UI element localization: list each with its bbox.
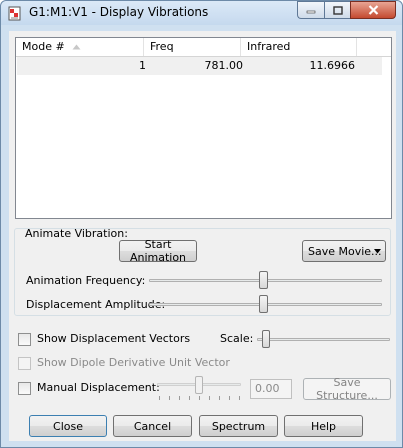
title-bar[interactable]: G1:M1:V1 - Display Vibrations	[1, 1, 402, 25]
manual-displacement-label: Manual Displacement:	[37, 381, 160, 394]
display-vibrations-window: G1:M1:V1 - Display Vibrations Mode # Fre…	[0, 0, 403, 448]
help-button[interactable]: Help	[284, 415, 363, 437]
table-row[interactable]: 1 781.00 11.6966	[17, 57, 382, 75]
cell-infrared: 11.6966	[309, 59, 356, 72]
cell-mode: 1	[139, 59, 146, 72]
column-header-freq-label: Freq	[150, 40, 174, 53]
manual-displacement-slider[interactable]	[195, 376, 203, 394]
scale-slider[interactable]	[262, 330, 270, 348]
animation-frequency-label: Animation Frequency:	[26, 274, 146, 287]
close-window-button[interactable]	[350, 1, 396, 19]
minimize-icon	[306, 10, 316, 14]
minimize-button[interactable]	[297, 1, 324, 19]
column-header-mode-label: Mode #	[22, 40, 65, 53]
scale-track[interactable]	[257, 338, 390, 341]
list-header: Mode # Freq Infrared	[16, 38, 391, 57]
scale-label: Scale:	[220, 332, 254, 345]
show-dipole-checkbox[interactable]	[18, 357, 31, 370]
close-button[interactable]: Close	[29, 415, 107, 437]
show-dipole-label: Show Dipole Derivative Unit Vector	[37, 356, 230, 369]
animation-frequency-slider[interactable]	[259, 271, 268, 289]
start-animation-button[interactable]: Start Animation	[119, 238, 197, 264]
list-scrollbar-area	[382, 57, 391, 218]
maximize-button[interactable]	[324, 1, 350, 19]
save-structure-button[interactable]: Save Structure...	[303, 376, 391, 402]
show-displacement-vectors-label: Show Displacement Vectors	[37, 332, 191, 345]
column-header-freq[interactable]: Freq	[144, 38, 241, 56]
displacement-amplitude-slider[interactable]	[259, 295, 268, 313]
animate-vibration-label: Animate Vibration:	[25, 227, 128, 240]
gaussview-doc-icon	[8, 6, 21, 21]
displacement-amplitude-label: Displacement Amplitude:	[26, 298, 166, 311]
save-movie-label: Save Movie...	[308, 244, 382, 258]
displacement-value-field[interactable]: 0.00	[250, 379, 292, 399]
dialog-client-area: Mode # Freq Infrared 1 781.00 11.6966 An…	[9, 31, 396, 441]
manual-displacement-checkbox[interactable]	[18, 382, 31, 395]
sort-ascending-icon	[72, 44, 81, 50]
dropdown-arrow-icon	[374, 249, 381, 254]
column-header-infrared[interactable]: Infrared	[241, 38, 357, 56]
cell-freq: 781.00	[204, 59, 244, 72]
vibration-mode-list[interactable]: Mode # Freq Infrared 1 781.00 11.6966	[15, 37, 392, 219]
save-movie-button[interactable]: Save Movie...	[302, 240, 386, 262]
column-header-mode[interactable]: Mode #	[16, 38, 144, 56]
window-title: G1:M1:V1 - Display Vibrations	[29, 5, 209, 19]
show-displacement-vectors-checkbox[interactable]	[18, 333, 31, 346]
close-icon	[368, 5, 378, 15]
cancel-button[interactable]: Cancel	[113, 415, 192, 437]
spectrum-button[interactable]: Spectrum	[199, 415, 278, 437]
column-header-infrared-label: Infrared	[247, 40, 291, 53]
maximize-icon	[332, 5, 343, 15]
